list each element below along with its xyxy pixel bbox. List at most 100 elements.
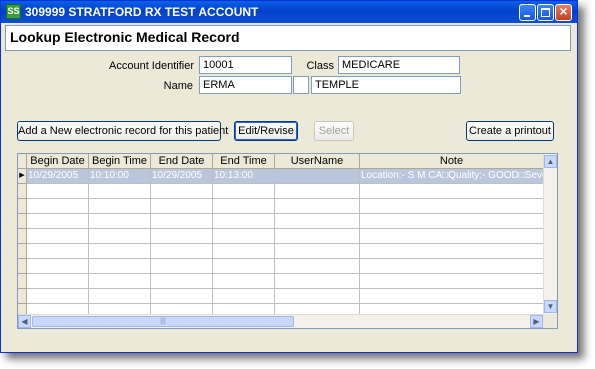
table-cell[interactable] <box>89 274 151 289</box>
table-cell[interactable] <box>89 244 151 259</box>
row-selector[interactable] <box>18 199 27 214</box>
table-cell[interactable] <box>275 289 360 304</box>
add-record-button[interactable]: Add a New electronic record for this pat… <box>17 121 228 141</box>
table-cell[interactable] <box>151 184 213 199</box>
table-cell[interactable] <box>27 244 89 259</box>
table-cell[interactable] <box>89 214 151 229</box>
row-selector[interactable] <box>18 214 27 229</box>
table-cell[interactable] <box>275 244 360 259</box>
column-header-begin-date[interactable]: Begin Date <box>27 154 89 169</box>
table-cell[interactable] <box>151 199 213 214</box>
create-printout-button[interactable]: Create a printout <box>466 121 554 141</box>
scroll-down-icon[interactable]: ▼ <box>544 300 557 313</box>
horizontal-scroll-thumb[interactable]: ||| <box>32 316 294 327</box>
table-cell[interactable] <box>213 199 275 214</box>
window-title: 309999 STRATFORD RX TEST ACCOUNT <box>25 5 259 19</box>
name-label: Name <box>163 80 193 92</box>
last-name-field[interactable]: TEMPLE <box>311 76 461 94</box>
table-cell[interactable] <box>27 229 89 244</box>
row-selector[interactable]: ▶ <box>18 169 27 184</box>
table-cell[interactable] <box>27 184 89 199</box>
table-cell[interactable] <box>275 199 360 214</box>
column-header-end-time[interactable]: End Time <box>213 154 275 169</box>
column-header-end-date[interactable]: End Date <box>151 154 213 169</box>
table-cell[interactable] <box>275 229 360 244</box>
table-cell[interactable] <box>360 289 544 304</box>
row-selector[interactable] <box>18 274 27 289</box>
table-cell[interactable] <box>89 199 151 214</box>
table-cell[interactable] <box>360 184 544 199</box>
table-cell[interactable] <box>213 259 275 274</box>
middle-initial-field[interactable] <box>293 76 309 94</box>
row-selector[interactable] <box>18 259 27 274</box>
table-cell[interactable] <box>213 244 275 259</box>
table-cell[interactable] <box>27 259 89 274</box>
table-cell[interactable] <box>151 289 213 304</box>
table-cell[interactable] <box>151 244 213 259</box>
table-cell[interactable]: 10:13:00 <box>213 169 275 184</box>
table-cell[interactable] <box>89 259 151 274</box>
scroll-left-icon[interactable]: ◀ <box>18 315 31 328</box>
table-cell[interactable] <box>360 229 544 244</box>
grid-corner-header <box>18 154 27 169</box>
table-cell[interactable] <box>151 214 213 229</box>
vertical-scrollbar[interactable]: ▲ ▼ <box>543 154 557 314</box>
first-name-field[interactable]: ERMA <box>199 76 292 94</box>
minimize-button[interactable] <box>519 4 536 21</box>
title-bar[interactable]: SS 309999 STRATFORD RX TEST ACCOUNT <box>1 1 577 23</box>
maximize-button[interactable] <box>537 4 554 21</box>
table-cell[interactable] <box>213 274 275 289</box>
table-cell[interactable]: Location:- S M CA□Quality:- GOOD□Seve <box>360 169 544 184</box>
records-grid[interactable]: Begin Date Begin Time End Date End Time … <box>17 153 558 329</box>
account-identifier-label: Account Identifier <box>109 60 194 72</box>
table-cell[interactable] <box>360 244 544 259</box>
row-selector[interactable] <box>18 244 27 259</box>
table-cell[interactable] <box>213 214 275 229</box>
table-cell[interactable] <box>89 184 151 199</box>
table-cell[interactable] <box>89 289 151 304</box>
scrollbar-corner <box>543 314 557 328</box>
app-icon: SS <box>6 4 21 19</box>
table-cell[interactable] <box>27 214 89 229</box>
column-header-note[interactable]: Note <box>360 154 544 169</box>
scroll-up-icon[interactable]: ▲ <box>544 155 557 168</box>
app-window: SS 309999 STRATFORD RX TEST ACCOUNT Look… <box>0 0 578 353</box>
table-cell[interactable]: 10:10:00 <box>89 169 151 184</box>
class-field[interactable]: MEDICARE <box>338 56 460 74</box>
table-cell[interactable]: 10/29/2005 <box>27 169 89 184</box>
table-cell[interactable] <box>213 229 275 244</box>
table-cell[interactable] <box>27 289 89 304</box>
table-cell[interactable] <box>151 274 213 289</box>
scroll-right-icon[interactable]: ▶ <box>530 315 543 328</box>
table-cell[interactable] <box>360 274 544 289</box>
table-cell[interactable] <box>275 169 360 184</box>
table-cell[interactable] <box>275 259 360 274</box>
table-cell[interactable] <box>360 199 544 214</box>
horizontal-scrollbar[interactable]: ◀ ||| ▶ <box>18 314 544 328</box>
edit-revise-button[interactable]: Edit/Revise <box>234 121 298 141</box>
row-selector[interactable] <box>18 229 27 244</box>
table-cell[interactable] <box>89 229 151 244</box>
column-header-begin-time[interactable]: Begin Time <box>89 154 151 169</box>
table-cell[interactable] <box>275 184 360 199</box>
table-cell[interactable] <box>213 289 275 304</box>
table-cell[interactable] <box>151 229 213 244</box>
account-identifier-field[interactable]: 10001 <box>199 56 292 74</box>
table-cell[interactable] <box>275 274 360 289</box>
table-cell[interactable]: 10/29/2005 <box>151 169 213 184</box>
table-cell[interactable] <box>360 259 544 274</box>
table-cell[interactable] <box>27 199 89 214</box>
select-button[interactable]: Select <box>314 121 354 141</box>
table-cell[interactable] <box>151 259 213 274</box>
table-cell[interactable] <box>27 274 89 289</box>
column-header-username[interactable]: UserName <box>275 154 360 169</box>
table-cell[interactable] <box>275 214 360 229</box>
page-title: Lookup Electronic Medical Record <box>10 29 240 45</box>
class-label: Class <box>306 60 334 72</box>
table-cell[interactable] <box>360 214 544 229</box>
header-panel: Lookup Electronic Medical Record <box>5 25 571 51</box>
close-button[interactable] <box>555 3 572 21</box>
row-selector[interactable] <box>18 289 27 304</box>
table-cell[interactable] <box>213 184 275 199</box>
row-selector[interactable] <box>18 184 27 199</box>
